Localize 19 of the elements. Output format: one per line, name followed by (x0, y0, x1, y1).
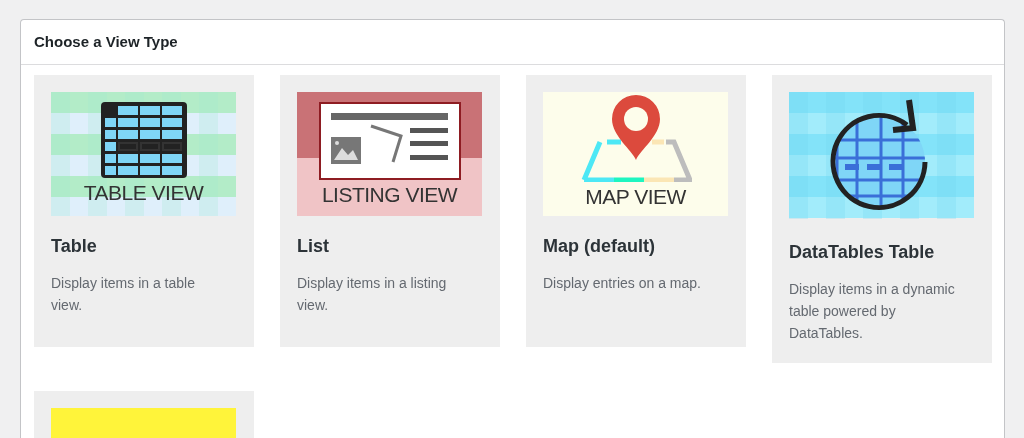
panel-title: Choose a View Type (21, 20, 1004, 65)
view-type-card[interactable]: DataTables Table Display items in a dynamic table powered by DataTables. (772, 74, 992, 363)
thumbnail-caption: TABLE VIEW (83, 181, 204, 203)
map-pin-icon (579, 93, 692, 182)
table-grid-icon (100, 101, 187, 178)
view-title: DataTables Table (789, 240, 936, 264)
view-description: Display items in a dynamic table powered by DataTables. (789, 279, 956, 344)
thumbnail-caption: MAP VIEW (585, 185, 686, 207)
view-type-card[interactable]: TABLE VIEW Table Display items in a table view. (34, 74, 254, 347)
view-title: Map (default) (543, 234, 656, 258)
listing-card-icon (318, 101, 461, 180)
view-title: List (297, 234, 330, 258)
view-description: Display items in a listing view. (297, 273, 448, 315)
thumbnail-caption: LISTING VIEW (321, 183, 458, 205)
view-type-card[interactable]: MAP VIEW Map (default) Display entries on a map. (526, 74, 746, 347)
view-title: Table (51, 234, 98, 258)
view-description: Display entries on a map. (543, 273, 702, 293)
view-type-card[interactable]: LISTING VIEW List Display items in a listing view. (280, 74, 500, 347)
view-description: Display items in a table view. (51, 273, 196, 315)
